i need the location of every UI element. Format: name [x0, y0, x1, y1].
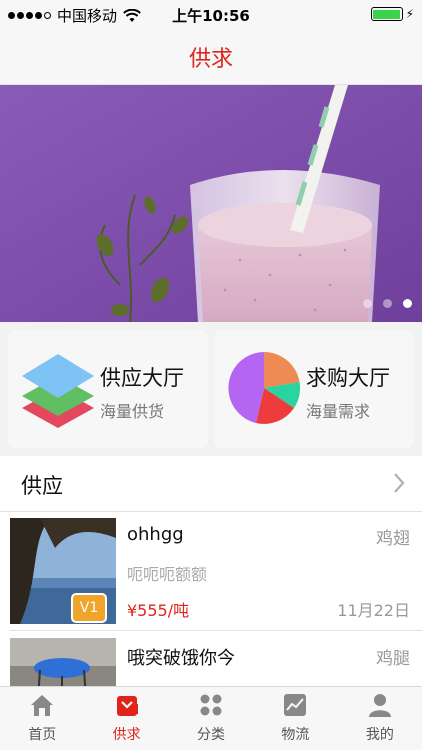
page-dot[interactable]	[363, 299, 372, 308]
tab-category[interactable]: 分类	[169, 687, 253, 750]
status-time: 上午10:56	[172, 7, 250, 25]
navigation-bar: 供求	[0, 28, 422, 85]
product-category: 鸡腿	[376, 649, 410, 669]
purchase-hall-subtitle: 海量需求	[306, 402, 371, 421]
tab-profile[interactable]: 我的	[338, 687, 422, 750]
list-item[interactable]: V1 ohhgg 鸡翅 呃呃呃额额 ¥555/吨 11月22日	[0, 512, 422, 632]
product-name: 哦突破饿你今	[127, 648, 235, 669]
charging-bolt-icon: ⚡	[405, 7, 414, 21]
supply-list: V1 ohhgg 鸡翅 呃呃呃额额 ¥555/吨 11月22日 哦突破饿你今 鸡…	[0, 512, 422, 686]
product-thumbnail	[10, 638, 116, 686]
section-title: 供应	[21, 474, 63, 498]
vip-badge: V1	[71, 593, 107, 623]
banner-carousel[interactable]	[0, 85, 422, 322]
product-name: ohhgg	[127, 524, 184, 545]
logistics-icon	[284, 694, 307, 716]
tab-home[interactable]: 首页	[0, 687, 84, 750]
page-dot[interactable]	[383, 299, 392, 308]
page-title: 供求	[188, 47, 233, 72]
chevron-right-icon[interactable]	[392, 472, 406, 494]
supply-hall-title: 供应大厅	[100, 366, 184, 390]
supply-hall-subtitle: 海量供货	[100, 402, 165, 421]
home-icon	[31, 695, 54, 716]
divider	[10, 630, 422, 631]
profile-icon	[368, 694, 391, 717]
product-date: 11月22日	[337, 601, 410, 620]
purchase-hall-title: 求购大厅	[306, 366, 390, 390]
product-category: 鸡翅	[376, 529, 410, 549]
page-dot-active[interactable]	[403, 299, 412, 308]
supply-icon	[116, 696, 138, 716]
supply-hall-card[interactable]: 供应大厅 海量供货	[8, 330, 208, 448]
supply-section-header[interactable]: 供应	[0, 456, 422, 512]
pie-chart-icon	[228, 352, 301, 424]
list-item[interactable]: 哦突破饿你今 鸡腿	[0, 632, 422, 686]
layers-icon	[22, 354, 94, 428]
tab-bar: 首页 供求 分类 物流 我的	[0, 686, 422, 750]
category-icon	[200, 694, 222, 716]
tab-label: 物流	[281, 727, 310, 743]
banner-page-indicator[interactable]	[363, 299, 412, 308]
tab-logistics[interactable]: 物流	[253, 687, 337, 750]
tab-label: 首页	[28, 727, 57, 743]
status-bar: 中国移动 上午10:56 ⚡	[0, 0, 422, 28]
product-description: 呃呃呃额额	[127, 565, 208, 584]
category-row: 供应大厅 海量供货 求购大厅 海量需求	[0, 322, 422, 456]
product-thumbnail: V1	[10, 518, 116, 624]
tab-label: 分类	[197, 727, 226, 743]
battery-icon: ⚡	[370, 7, 414, 21]
purchase-hall-card[interactable]: 求购大厅 海量需求	[214, 330, 414, 448]
tab-supply[interactable]: 供求	[84, 687, 168, 750]
banner-image	[0, 85, 422, 322]
tab-label: 供求	[112, 727, 141, 743]
tab-label: 我的	[365, 727, 394, 743]
product-price: ¥555/吨	[127, 601, 190, 620]
